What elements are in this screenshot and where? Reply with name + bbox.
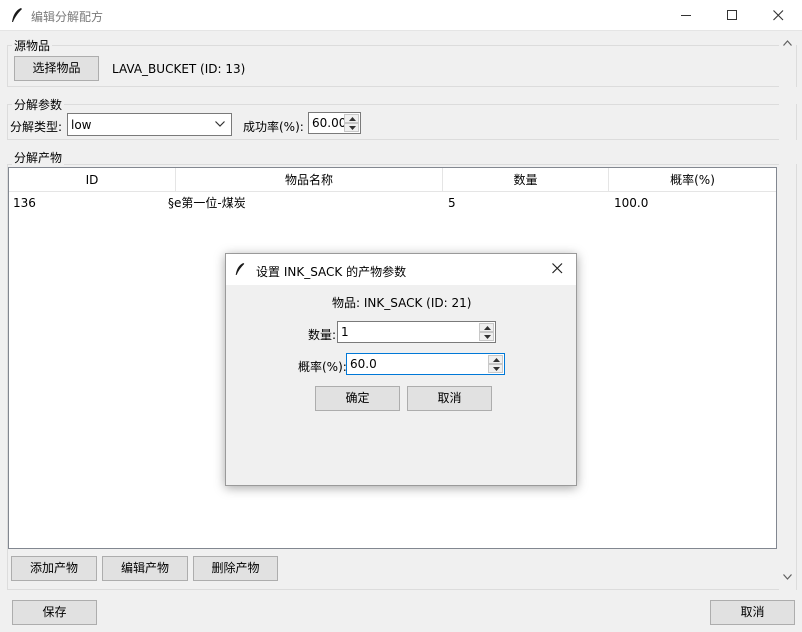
- params-group-label: 分解参数: [12, 96, 65, 113]
- spin-up-button[interactable]: [488, 355, 503, 364]
- probability-value: 60.0: [350, 357, 377, 371]
- spin-down-button[interactable]: [479, 332, 494, 341]
- spin-down-button[interactable]: [488, 364, 503, 373]
- column-header-probability[interactable]: 概率(%): [609, 168, 776, 192]
- dialog-ok-button[interactable]: 确定: [315, 386, 400, 411]
- close-button[interactable]: [756, 0, 802, 31]
- type-label: 分解类型:: [10, 120, 63, 134]
- column-header-quantity[interactable]: 数量: [443, 168, 609, 192]
- add-product-button[interactable]: 添加产物: [11, 556, 97, 581]
- table-header: ID 物品名称 数量 概率(%): [9, 168, 776, 192]
- spin-up-button[interactable]: [344, 114, 359, 123]
- save-button[interactable]: 保存: [12, 600, 97, 625]
- spin-up-button[interactable]: [479, 323, 494, 332]
- title-bar: 编辑分解配方: [0, 0, 802, 31]
- row-id: 136: [13, 196, 36, 210]
- window-title: 编辑分解配方: [31, 10, 104, 24]
- close-icon: [773, 10, 784, 21]
- cancel-button[interactable]: 取消: [710, 600, 795, 625]
- dialog-title-bar: 设置 INK_SACK 的产物参数: [226, 254, 576, 285]
- dialog-cancel-button[interactable]: 取消: [407, 386, 492, 411]
- arrow-up-icon: [493, 358, 500, 362]
- minimize-button[interactable]: [664, 0, 710, 31]
- probability-label: 概率(%):: [298, 360, 347, 374]
- feather-icon: [235, 263, 245, 275]
- quantity-spinbox[interactable]: 1: [337, 321, 496, 343]
- row-name: §e第一位-煤炭: [168, 196, 246, 210]
- column-header-name[interactable]: 物品名称: [176, 168, 443, 192]
- row-quantity: 5: [448, 196, 456, 210]
- arrow-down-icon: [484, 335, 491, 339]
- maximize-button[interactable]: [710, 0, 756, 31]
- arrow-up-icon: [349, 117, 356, 121]
- product-params-dialog: 设置 INK_SACK 的产物参数 物品: INK_SACK (ID: 21) …: [225, 253, 577, 486]
- scroll-down-icon: [783, 574, 792, 580]
- edit-product-button[interactable]: 编辑产物: [102, 556, 188, 581]
- quantity-value: 1: [341, 325, 349, 339]
- dialog-title: 设置 INK_SACK 的产物参数: [256, 265, 407, 279]
- success-rate-value: 60.00: [312, 116, 347, 130]
- chevron-down-icon: [215, 121, 225, 127]
- delete-product-button[interactable]: 删除产物: [193, 556, 278, 581]
- spin-down-button[interactable]: [344, 123, 359, 132]
- probability-spinbox[interactable]: 60.0: [346, 353, 505, 375]
- products-group-label: 分解产物: [12, 149, 65, 166]
- source-group-label: 源物品: [12, 37, 53, 54]
- arrow-down-icon: [493, 367, 500, 371]
- type-select-value: low: [71, 118, 92, 132]
- arrow-up-icon: [484, 326, 491, 330]
- quantity-label: 数量:: [308, 328, 337, 342]
- table-row[interactable]: 136 §e第一位-煤炭 5 100.0: [9, 193, 776, 213]
- success-rate-spinbox[interactable]: 60.00: [308, 112, 361, 134]
- vertical-scrollbar[interactable]: [779, 36, 796, 592]
- rate-label: 成功率(%):: [243, 120, 304, 134]
- type-select[interactable]: low: [67, 113, 232, 136]
- feather-icon: [12, 8, 22, 22]
- selected-item-text: LAVA_BUCKET (ID: 13): [112, 62, 246, 76]
- maximize-icon: [727, 10, 737, 20]
- minimize-icon: [681, 15, 691, 16]
- scroll-up-icon: [783, 40, 792, 46]
- column-header-id[interactable]: ID: [9, 168, 176, 192]
- row-probability: 100.0: [614, 196, 649, 210]
- dialog-close-icon[interactable]: [552, 263, 563, 274]
- arrow-down-icon: [349, 126, 356, 130]
- dialog-item-text: 物品: INK_SACK (ID: 21): [332, 296, 472, 310]
- select-item-button[interactable]: 选择物品: [14, 56, 99, 81]
